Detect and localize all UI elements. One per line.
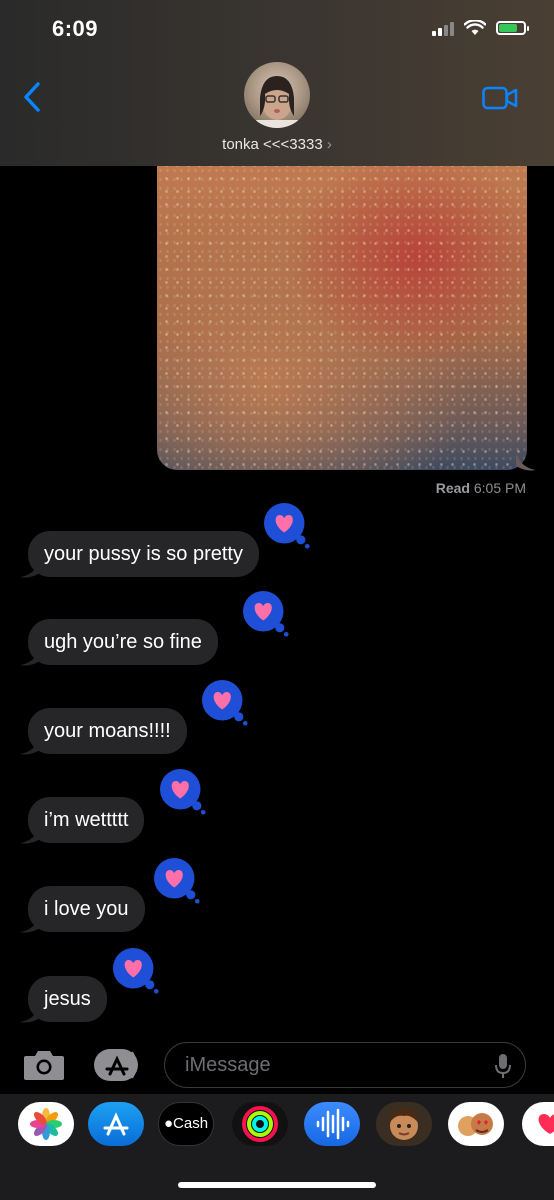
activity-icon[interactable] [232,1102,288,1146]
conversation-header: 6:09 tonka <<<3333 › [0,0,554,166]
status-time: 6:09 [52,16,99,41]
message-thread[interactable]: Read 6:05 PM your pussy is so pretty ugh … [0,166,554,1026]
heart-reaction-icon[interactable] [154,858,200,904]
message-input-placeholder: iMessage [185,1054,271,1076]
wifi-icon [464,20,486,35]
status-icons [432,20,529,36]
memoji-icon[interactable] [376,1102,432,1146]
received-message-bubble[interactable]: i’m wettttt [28,797,145,843]
received-message-bubble[interactable]: ugh you’re so fine [28,619,218,665]
microphone-icon[interactable] [495,1053,511,1079]
contact-avatar[interactable] [244,62,310,128]
camera-icon[interactable] [22,1048,66,1082]
message-text: jesus [44,988,91,1010]
memoji-stickers-icon[interactable] [448,1102,504,1146]
cellular-signal-icon [432,20,454,36]
received-message-bubble[interactable]: your pussy is so pretty [28,531,259,577]
message-text: i love you [44,898,129,920]
apple-cash-icon[interactable]: ●Cash [158,1102,214,1146]
bubble-tail [516,454,536,471]
heart-reaction-icon[interactable] [243,591,289,637]
heart-reaction-icon[interactable] [264,503,310,549]
bubble-tail [20,561,40,578]
composer-bar: iMessage [0,1036,554,1094]
message-input[interactable]: iMessage [164,1042,526,1088]
received-message-bubble[interactable]: your moans!!!! [28,708,187,754]
read-receipt: Read 6:05 PM [435,480,526,496]
video-call-icon[interactable] [482,86,518,110]
chevron-right-icon: › [326,136,332,153]
heart-reaction-icon[interactable] [160,769,206,815]
home-indicator[interactable] [178,1182,376,1188]
contact-name: tonka <<<3333 [222,136,323,153]
heart-reaction-icon[interactable] [113,948,159,994]
message-text: your pussy is so pretty [44,543,243,565]
bubble-tail [20,916,40,933]
apple-logo-icon: ● [163,1115,174,1132]
photos-app-icon[interactable] [18,1102,74,1146]
back-chevron-icon[interactable] [20,80,44,114]
message-text: ugh you’re so fine [44,631,202,653]
sent-photo-message[interactable] [157,166,527,470]
app-store-icon[interactable] [88,1102,144,1146]
message-text: i’m wettttt [44,809,129,831]
bubble-tail [20,738,40,755]
bubble-tail [20,1006,40,1023]
bubble-tail [20,827,40,844]
heart-reaction-icon[interactable] [202,680,248,726]
bubble-tail [20,649,40,666]
audio-message-icon[interactable] [304,1102,360,1146]
digital-touch-icon[interactable] [522,1102,554,1146]
app-store-drawer-icon[interactable] [92,1048,142,1082]
contact-name-button[interactable]: tonka <<<3333 › [0,136,554,153]
battery-icon [496,21,529,35]
message-text: your moans!!!! [44,720,171,742]
received-message-bubble[interactable]: i love you [28,886,145,932]
